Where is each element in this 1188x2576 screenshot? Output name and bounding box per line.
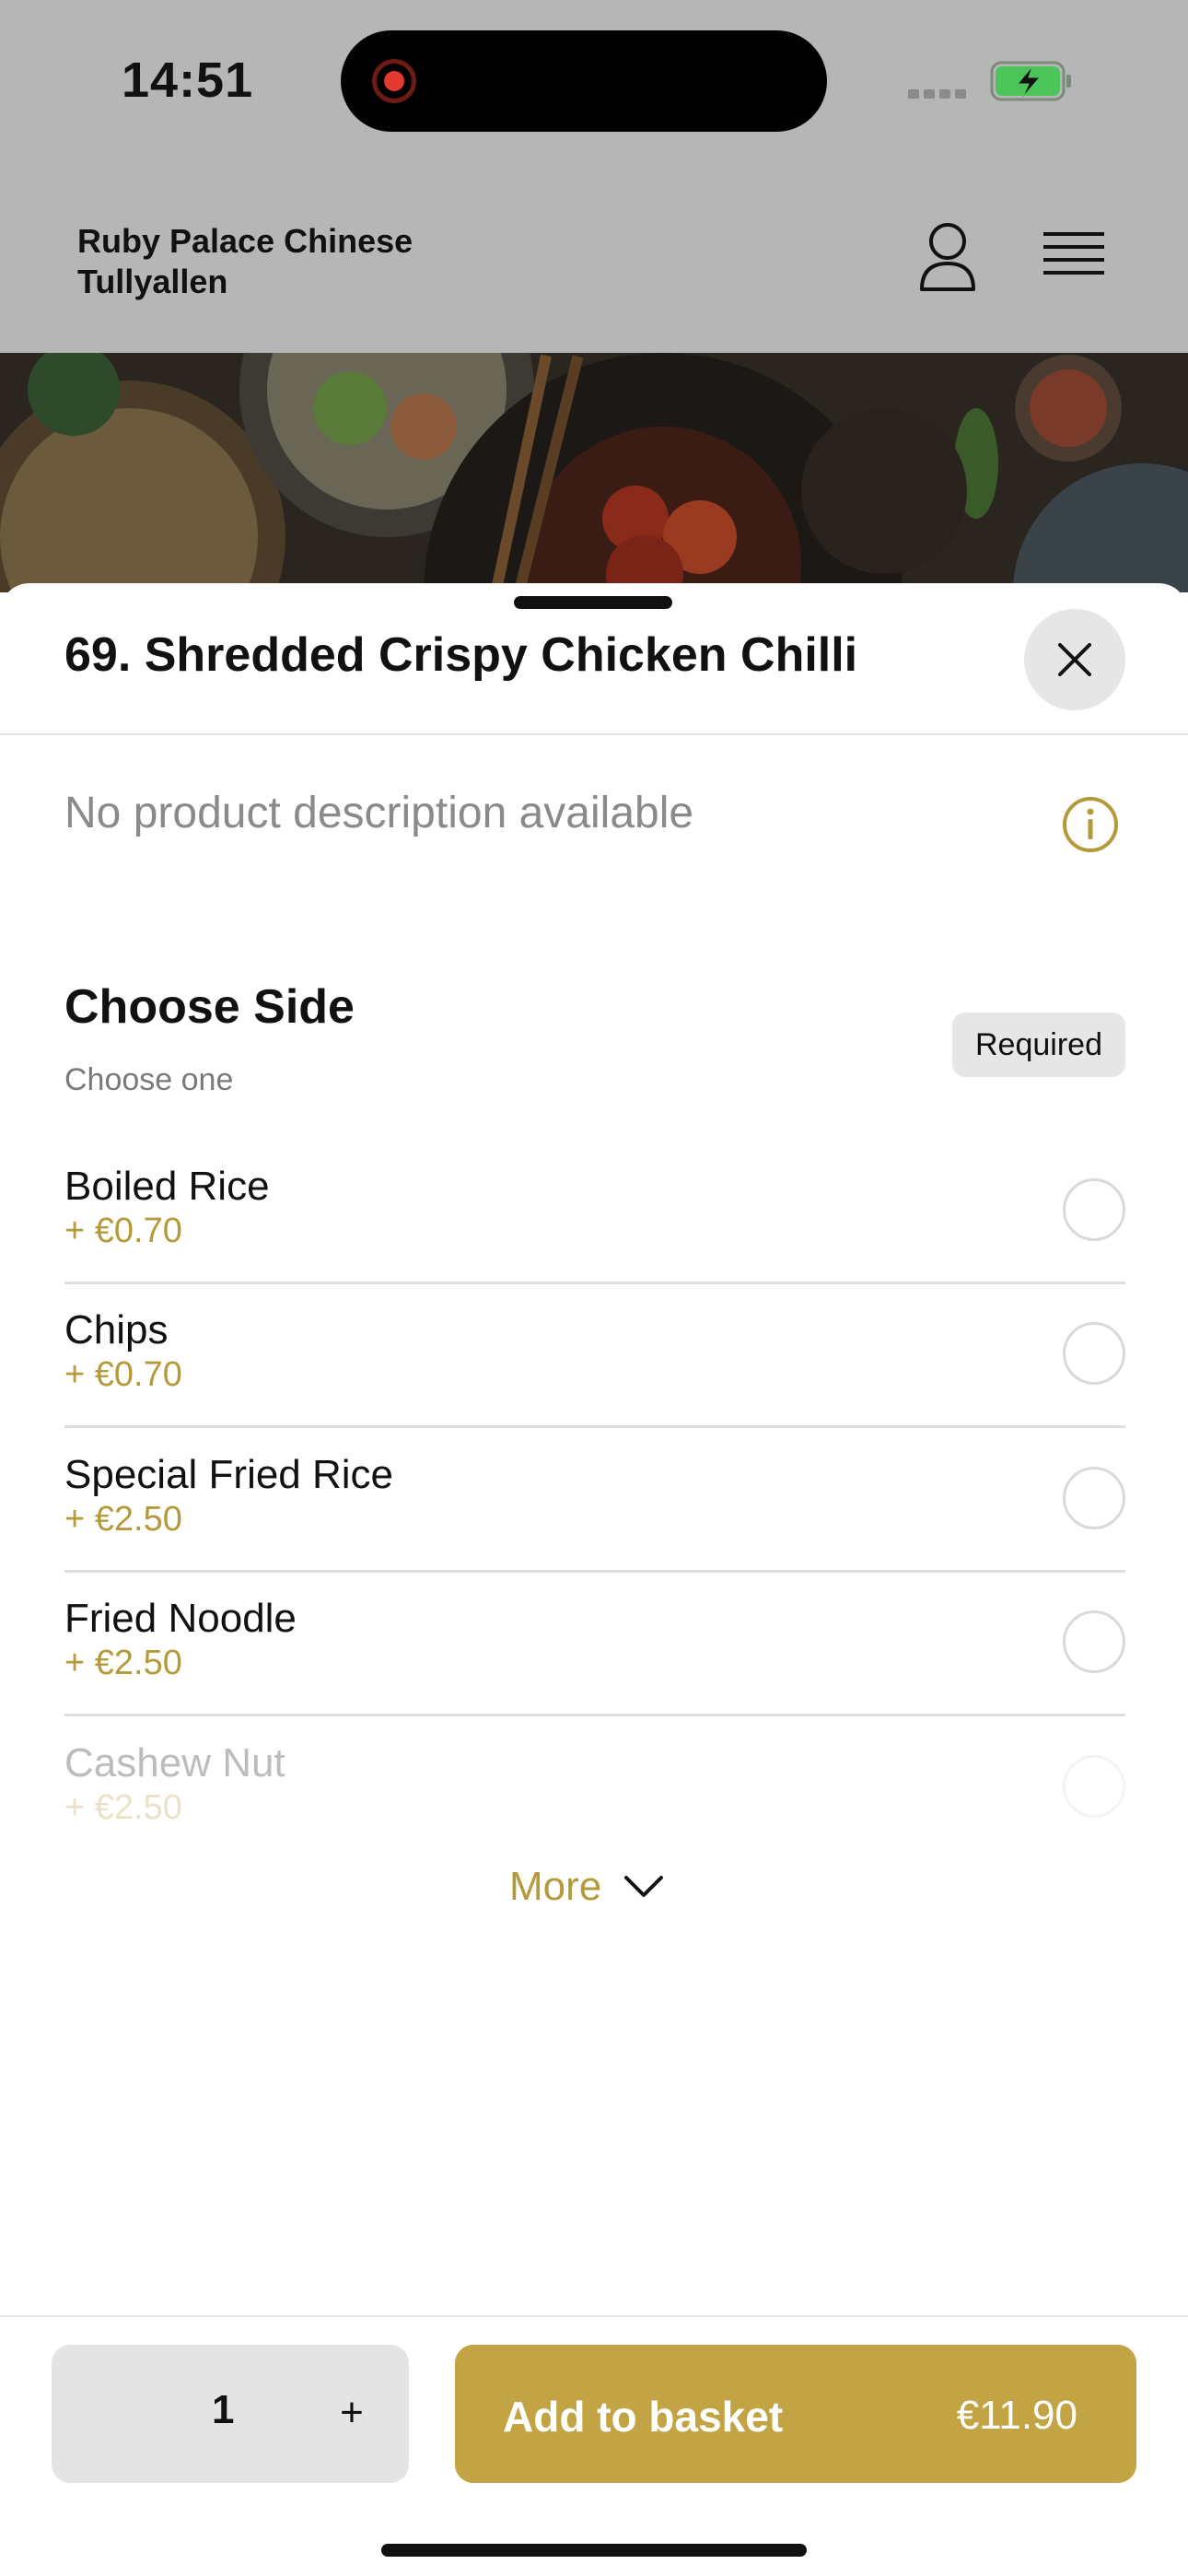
home-indicator[interactable] bbox=[381, 2544, 807, 2557]
record-icon bbox=[372, 59, 416, 103]
info-icon[interactable] bbox=[1061, 795, 1120, 854]
option-divider bbox=[64, 1714, 1125, 1716]
more-button[interactable]: More bbox=[509, 1859, 664, 1914]
option-boiled-rice[interactable]: Boiled Rice + €0.70 bbox=[64, 1164, 1125, 1307]
option-price: + €2.50 bbox=[64, 1644, 182, 1682]
radio-button[interactable] bbox=[1063, 1467, 1125, 1529]
user-icon[interactable] bbox=[916, 221, 979, 293]
required-badge: Required bbox=[952, 1013, 1125, 1077]
option-price: + €0.70 bbox=[64, 1355, 182, 1394]
chevron-down-icon bbox=[624, 1876, 664, 1897]
sheet-grabber[interactable] bbox=[514, 596, 672, 609]
product-title: 69. Shredded Crispy Chicken Chilli bbox=[64, 628, 858, 682]
option-divider bbox=[64, 1425, 1125, 1428]
app-header: Ruby Palace Chinese Tullyallen bbox=[0, 175, 1188, 353]
option-chips[interactable]: Chips + €0.70 bbox=[64, 1307, 1125, 1451]
status-bar: 14:51 bbox=[0, 0, 1188, 175]
option-name: Boiled Rice bbox=[64, 1164, 270, 1209]
hero-food-image bbox=[0, 353, 1188, 592]
radio-button[interactable] bbox=[1063, 1755, 1125, 1818]
option-divider bbox=[64, 1282, 1125, 1284]
option-name: Cashew Nut bbox=[64, 1740, 285, 1786]
footer-divider bbox=[0, 2315, 1188, 2317]
option-group-title: Choose Side bbox=[64, 980, 355, 1034]
radio-button[interactable] bbox=[1063, 1178, 1125, 1241]
option-name: Fried Noodle bbox=[64, 1596, 297, 1641]
option-name: Special Fried Rice bbox=[64, 1452, 394, 1497]
option-name: Chips bbox=[64, 1307, 169, 1352]
radio-button[interactable] bbox=[1063, 1322, 1125, 1385]
quantity-stepper: 1 + bbox=[52, 2345, 409, 2483]
more-label: More bbox=[509, 1864, 602, 1909]
option-price: + €2.50 bbox=[64, 1500, 182, 1539]
radio-button[interactable] bbox=[1063, 1610, 1125, 1673]
option-fried-noodle[interactable]: Fried Noodle + €2.50 bbox=[64, 1596, 1125, 1739]
option-divider bbox=[64, 1570, 1125, 1573]
option-price: + €2.50 bbox=[64, 1788, 182, 1827]
status-time: 14:51 bbox=[122, 53, 254, 108]
add-to-basket-button[interactable]: Add to basket €11.90 bbox=[455, 2345, 1136, 2483]
increase-quantity-button[interactable]: + bbox=[320, 2376, 383, 2450]
close-icon bbox=[1058, 643, 1091, 676]
option-cashew-nut[interactable]: Cashew Nut + €2.50 bbox=[64, 1740, 1125, 1832]
quantity-value: 1 bbox=[212, 2387, 235, 2432]
add-to-basket-label: Add to basket bbox=[503, 2393, 784, 2441]
product-sheet: 69. Shredded Crispy Chicken Chilli No pr… bbox=[0, 583, 1188, 2576]
basket-total-price: €11.90 bbox=[956, 2393, 1077, 2438]
option-special-fried-rice[interactable]: Special Fried Rice + €2.50 bbox=[64, 1452, 1125, 1596]
close-button[interactable] bbox=[1024, 609, 1125, 710]
dynamic-island bbox=[341, 30, 827, 132]
product-description: No product description available bbox=[64, 789, 694, 837]
restaurant-name[interactable]: Ruby Palace Chinese Tullyallen bbox=[77, 221, 483, 302]
header-divider bbox=[0, 733, 1188, 735]
option-price: + €0.70 bbox=[64, 1212, 182, 1250]
hamburger-menu-icon[interactable] bbox=[1043, 228, 1104, 284]
battery-charging-icon bbox=[990, 61, 1071, 101]
option-group-subtitle: Choose one bbox=[64, 1062, 234, 1097]
signal-icon bbox=[908, 87, 973, 99]
